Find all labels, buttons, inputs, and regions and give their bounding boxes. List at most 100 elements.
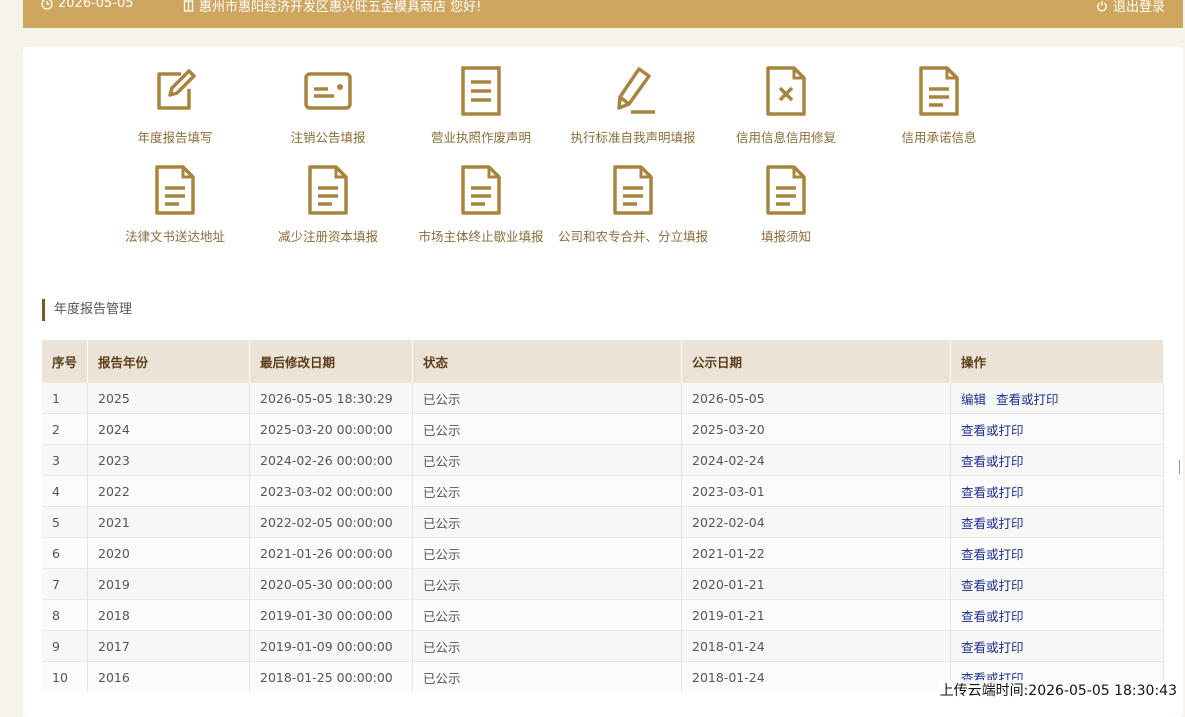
logout-button[interactable]: 退出登录 [1096, 0, 1165, 15]
cell-no: 3 [42, 444, 88, 476]
cell-year: 2017 [87, 630, 250, 662]
clock-icon [41, 0, 53, 10]
shortcut-license-void[interactable]: 营业执照作废声明 [401, 65, 561, 155]
cell-modified: 2019-01-30 00:00:00 [249, 599, 413, 631]
upload-timestamp: 上传云端时间:2026-05-05 18:30:43 [937, 680, 1179, 700]
view-print-link[interactable]: 查看或打印 [961, 547, 1024, 562]
cell-published: 2018-01-24 [681, 661, 951, 692]
cell-no: 8 [42, 599, 88, 631]
shortcut-label: 填报须知 [760, 229, 811, 244]
cell-status: 已公示 [412, 444, 682, 476]
cell-published: 2025-03-20 [681, 413, 951, 445]
document-icon [155, 165, 195, 215]
table-row: 5 2021 2022-02-05 00:00:00 已公示 2022-02-04 查看或… [42, 506, 1164, 538]
cell-modified: 2026-05-05 18:30:29 [249, 382, 413, 414]
cell-published: 2023-03-01 [681, 475, 951, 507]
cell-modified: 2018-01-25 00:00:00 [249, 661, 413, 692]
cell-status: 已公示 [412, 630, 682, 662]
table-row: 7 2019 2020-05-30 00:00:00 已公示 2020-01-21 查看或… [42, 568, 1164, 600]
table-row: 3 2023 2024-02-26 00:00:00 已公示 2024-02-24 查看或… [42, 444, 1164, 476]
shortcut-label: 营业执照作废声明 [430, 130, 531, 145]
view-print-link[interactable]: 查看或打印 [961, 640, 1024, 655]
col-header-modified: 最后修改日期 [249, 340, 413, 383]
cell-actions: 查看或打印 [950, 568, 1164, 600]
cell-no: 7 [42, 568, 88, 600]
table-body: 1 2025 2026-05-05 18:30:29 已公示 2026-05-05 编辑查… [42, 382, 1164, 692]
cell-actions: 查看或打印 [950, 599, 1164, 631]
shortcut-business-suspension[interactable]: 市场主体终止歇业填报 [401, 164, 561, 254]
shortcut-filing-notice[interactable]: 填报须知 [706, 164, 866, 254]
shortcut-label: 执行标准自我声明填报 [570, 130, 696, 145]
section-title: 年度报告管理 [42, 299, 132, 321]
cell-status: 已公示 [412, 382, 682, 414]
document-icon [308, 165, 348, 215]
shortcut-label: 减少注册资本填报 [277, 229, 378, 244]
cell-status: 已公示 [412, 475, 682, 507]
cell-no: 6 [42, 537, 88, 569]
col-header-year: 报告年份 [87, 340, 250, 383]
view-print-link[interactable]: 查看或打印 [961, 423, 1024, 438]
shortcut-merger-split[interactable]: 公司和农专合并、分立填报 [553, 164, 713, 254]
cell-year: 2022 [87, 475, 250, 507]
cell-no: 5 [42, 506, 88, 538]
cell-year: 2020 [87, 537, 250, 569]
cell-no: 4 [42, 475, 88, 507]
cell-modified: 2022-02-05 00:00:00 [249, 506, 413, 538]
cell-status: 已公示 [412, 568, 682, 600]
shortcut-label: 年度报告填写 [137, 130, 213, 145]
shortcut-standard-declaration[interactable]: 执行标准自我声明填报 [553, 65, 713, 155]
date-text: 2026-05-05 [58, 0, 134, 11]
table-row: 8 2018 2019-01-30 00:00:00 已公示 2019-01-21 查看或… [42, 599, 1164, 631]
cell-published: 2020-01-21 [681, 568, 951, 600]
shortcut-label: 信用承诺信息 [901, 130, 977, 145]
table-header-row: 序号 报告年份 最后修改日期 状态 公示日期 操作 [42, 340, 1164, 383]
shortcut-deregistration[interactable]: 注销公告填报 [248, 65, 408, 155]
view-print-link[interactable]: 查看或打印 [961, 609, 1024, 624]
shortcut-capital-reduction[interactable]: 减少注册资本填报 [248, 164, 408, 254]
cell-published: 2018-01-24 [681, 630, 951, 662]
pencil-icon [617, 67, 655, 114]
main-card: 年度报告填写 注销公告填报 营业执照作废声明 执行标准自我声明填报 信用信息信用… [23, 47, 1183, 717]
cell-year: 2016 [87, 661, 250, 692]
cell-actions: 编辑 查看或打印 [950, 382, 1164, 414]
edit-link[interactable]: 编辑 [961, 392, 986, 407]
view-print-link[interactable]: 查看或打印 [961, 578, 1024, 593]
cell-published: 2021-01-22 [681, 537, 951, 569]
date-display: 2026-05-05 [41, 0, 134, 11]
annual-report-table: 序号 报告年份 最后修改日期 状态 公示日期 操作 1 2025 2026-05-0… [42, 340, 1164, 692]
shortcut-annual-report[interactable]: 年度报告填写 [95, 65, 255, 155]
shortcut-label: 注销公告填报 [290, 130, 366, 145]
cell-status: 已公示 [412, 506, 682, 538]
view-print-link[interactable]: 查看或打印 [996, 392, 1059, 407]
card-icon [304, 72, 352, 110]
cell-status: 已公示 [412, 537, 682, 569]
cell-actions: 查看或打印 [950, 537, 1164, 569]
shortcut-label: 市场主体终止歇业填报 [418, 229, 544, 244]
cell-status: 已公示 [412, 413, 682, 445]
cell-no: 10 [42, 661, 88, 692]
greeting: 惠州市惠阳经济开发区惠兴旺五金模具商店 您好! [183, 0, 481, 15]
cell-modified: 2021-01-26 00:00:00 [249, 537, 413, 569]
table-row: 2 2024 2025-03-20 00:00:00 已公示 2025-03-20 查看或… [42, 413, 1164, 445]
cell-year: 2021 [87, 506, 250, 538]
table-row: 1 2025 2026-05-05 18:30:29 已公示 2026-05-05 编辑查… [42, 382, 1164, 414]
view-print-link[interactable]: 查看或打印 [961, 516, 1024, 531]
cell-published: 2024-02-24 [681, 444, 951, 476]
cell-actions: 查看或打印 [950, 413, 1164, 445]
cell-year: 2023 [87, 444, 250, 476]
shortcut-grid: 年度报告填写 注销公告填报 营业执照作废声明 执行标准自我声明填报 信用信息信用… [23, 65, 1183, 255]
view-print-link[interactable]: 查看或打印 [961, 454, 1024, 469]
cell-modified: 2023-03-02 00:00:00 [249, 475, 413, 507]
cell-actions: 查看或打印 [950, 475, 1164, 507]
shortcut-label: 法律文书送达地址 [124, 229, 225, 244]
shortcut-label: 公司和农专合并、分立填报 [557, 229, 708, 244]
shortcut-credit-promise[interactable]: 信用承诺信息 [859, 65, 1019, 155]
cell-actions: 查看或打印 [950, 444, 1164, 476]
cell-published: 2022-02-04 [681, 506, 951, 538]
cell-year: 2024 [87, 413, 250, 445]
shortcut-legal-address[interactable]: 法律文书送达地址 [95, 164, 255, 254]
cell-no: 9 [42, 630, 88, 662]
shortcut-credit-repair[interactable]: 信用信息信用修复 [706, 65, 866, 155]
shortcut-label: 信用信息信用修复 [735, 130, 836, 145]
view-print-link[interactable]: 查看或打印 [961, 485, 1024, 500]
